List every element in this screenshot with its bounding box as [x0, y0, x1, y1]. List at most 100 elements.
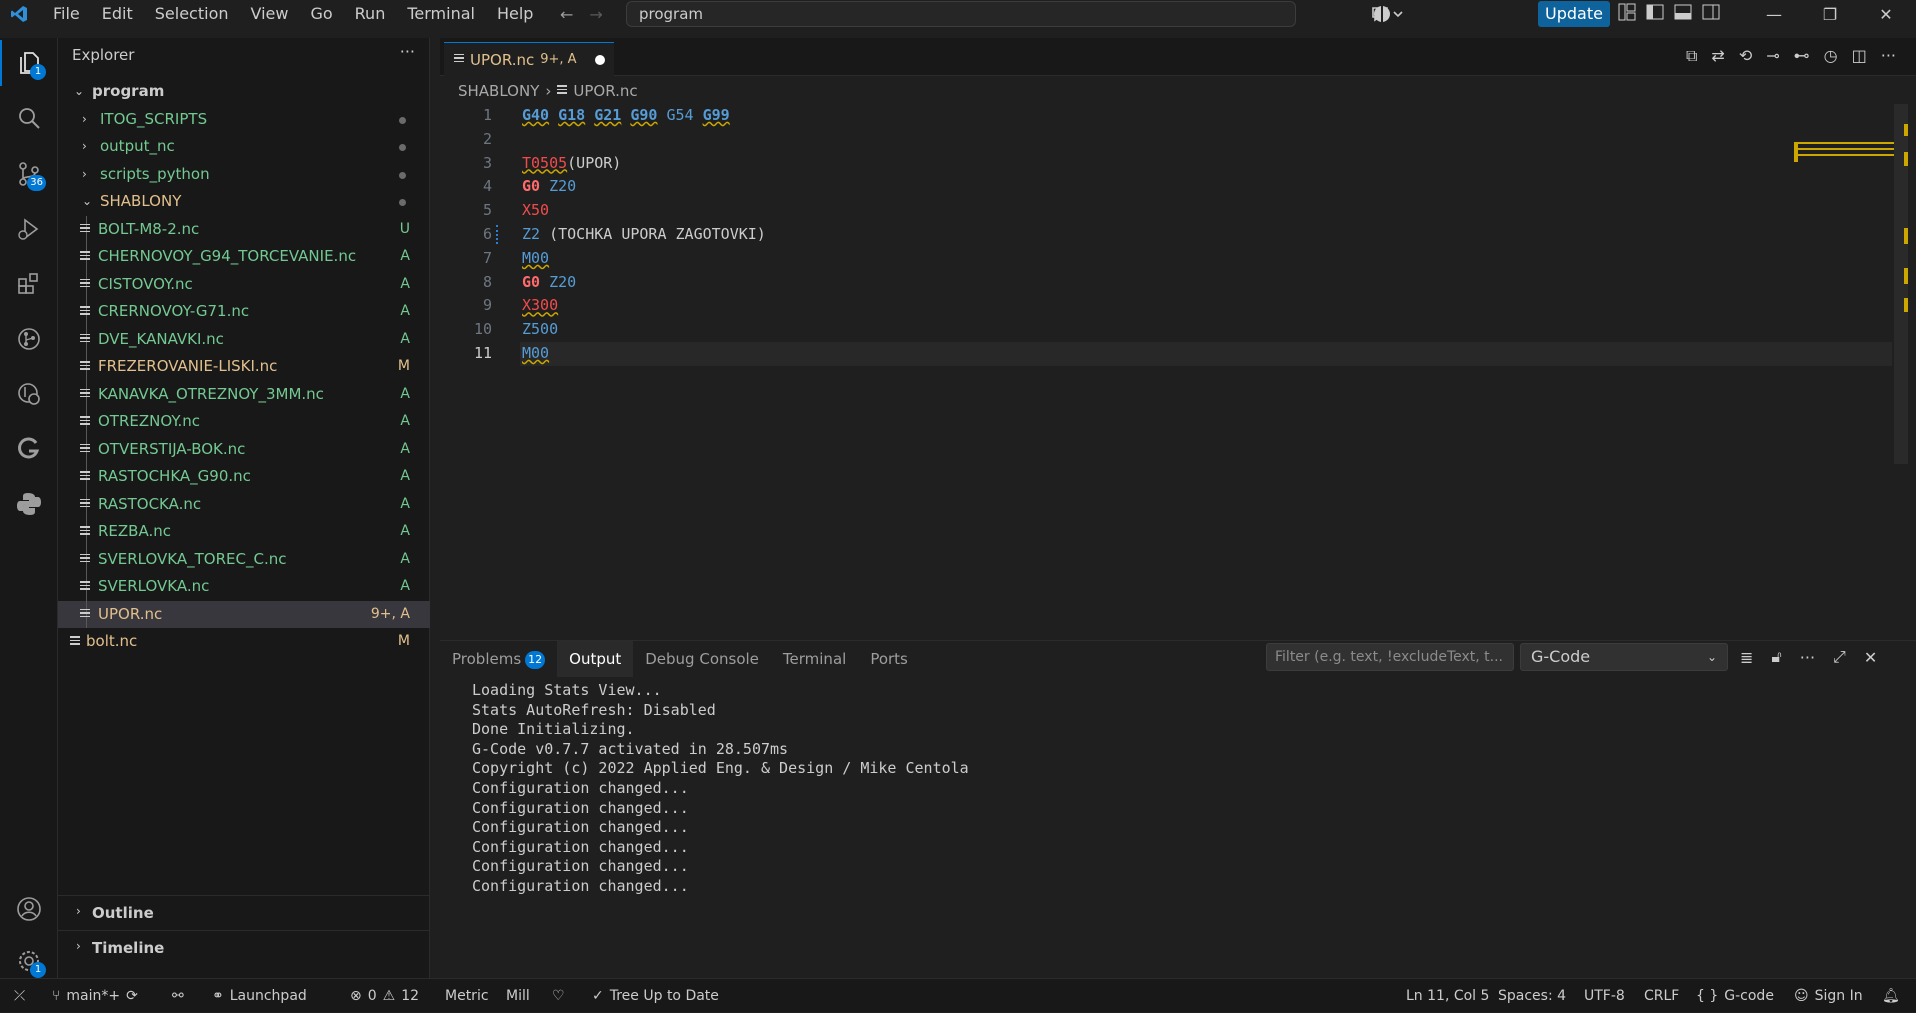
menu-edit[interactable]: Edit [91, 0, 144, 28]
encoding[interactable]: UTF-8 [1584, 979, 1625, 1013]
toggle-primary-sidebar-icon[interactable] [1646, 3, 1664, 25]
tree-file[interactable]: RASTOCKA.nc A [58, 490, 430, 518]
gitlens-inspect-icon[interactable]: ◷ [1824, 46, 1838, 66]
customize-layout-icon[interactable] [1618, 3, 1636, 25]
back-arrow-icon[interactable]: ← [560, 5, 573, 24]
split-editor-icon[interactable]: ◫ [1852, 46, 1867, 66]
extensions-icon[interactable] [0, 261, 58, 307]
gitlens-icon[interactable] [0, 371, 58, 417]
tree-file[interactable]: CISTOVOY.nc A [58, 270, 430, 298]
chevron-right-icon: › [82, 111, 87, 126]
restore-icon[interactable]: ❐ [1802, 5, 1858, 24]
notifications-bell-icon[interactable]: 🔔︎ [1882, 979, 1900, 1013]
tree-file[interactable]: REZBA.nc A [58, 518, 430, 546]
tree-file[interactable]: FREZEROVANIE-LISKI.nc M [58, 353, 430, 381]
tree-folder-open[interactable]: ⌄ SHABLONY [58, 188, 430, 216]
indentation[interactable]: Spaces: 4 [1498, 979, 1566, 1013]
tab-ports[interactable]: Ports [858, 641, 920, 677]
minimize-icon[interactable]: — [1746, 5, 1802, 24]
tree-file[interactable]: UPOR.nc 9+, A [58, 600, 430, 628]
tab-terminal[interactable]: Terminal [771, 641, 858, 677]
remote-icon[interactable]: ⤫ [14, 979, 25, 1013]
breadcrumb-folder[interactable]: SHABLONY [458, 82, 539, 100]
tree-status[interactable]: ✓ Tree Up to Date [592, 979, 719, 1013]
timeline-section[interactable]: › Timeline [58, 930, 430, 966]
tree-folder[interactable]: › scripts_python [58, 161, 430, 189]
command-center-search[interactable]: program [626, 1, 1296, 27]
menu-run[interactable]: Run [344, 0, 397, 28]
update-button[interactable]: Update [1538, 1, 1610, 27]
close-panel-icon[interactable]: ✕ [1864, 648, 1877, 667]
more-actions-icon[interactable]: ··· [400, 42, 415, 61]
code-editor[interactable]: 1 G40 G18 G21 G90 G54 G99 2 3 T0505(UPOR… [440, 104, 1892, 366]
tree-folder[interactable]: › ITOG_SCRIPTS [58, 106, 430, 134]
mill-item[interactable]: Mill [506, 979, 530, 1013]
clear-output-icon[interactable]: ≣ [1740, 648, 1753, 667]
compare-icon[interactable]: ⇄ [1711, 46, 1724, 66]
lock-scroll-icon[interactable]: 🔓︎ [1771, 647, 1781, 667]
menu-help[interactable]: Help [486, 0, 544, 28]
git-compare-icon[interactable]: ⚯ [172, 979, 184, 1013]
outline-section[interactable]: › Outline [58, 895, 430, 931]
menu-file[interactable]: File [42, 0, 91, 28]
tree-file[interactable]: OTVERSTIJA-BOK.nc A [58, 435, 430, 463]
go-forward-icon[interactable]: ⊷ [1794, 46, 1810, 66]
previous-change-icon[interactable]: ⟲ [1739, 46, 1752, 66]
toggle-secondary-sidebar-icon[interactable] [1702, 3, 1720, 25]
tree-file[interactable]: CRERNOVOY-G71.nc A [58, 298, 430, 326]
tree-file[interactable]: BOLT-M8-2.nc U [58, 215, 430, 243]
tree-file[interactable]: RASTOCHKA_G90.nc A [58, 463, 430, 491]
tree-file[interactable]: CHERNOVOY_G94_TORCEVANIE.nc A [58, 243, 430, 271]
breadcrumb-file[interactable]: UPOR.nc [573, 82, 637, 100]
menu-go[interactable]: Go [299, 0, 343, 28]
git-graph-icon[interactable] [0, 316, 58, 362]
close-window-icon[interactable]: ✕ [1858, 5, 1914, 24]
branch-item[interactable]: ⑂ main*+ ⟳ [52, 979, 138, 1013]
tree-file[interactable]: KANAVKA_OTREZNOY_3MM.nc A [58, 380, 430, 408]
run-debug-icon[interactable] [0, 206, 58, 252]
tree-folder[interactable]: › output_nc [58, 133, 430, 161]
forward-arrow-icon[interactable]: → [589, 5, 602, 24]
menu-selection[interactable]: Selection [144, 0, 240, 28]
account-icon[interactable] [0, 886, 58, 932]
vertical-scrollbar[interactable] [1894, 104, 1908, 464]
metric-item[interactable]: Metric [445, 979, 489, 1013]
python-icon[interactable] [0, 481, 58, 527]
sign-in-item[interactable]: ☺ Sign In [1794, 979, 1863, 1013]
go-back-icon[interactable]: ⊸ [1766, 46, 1779, 66]
tree-root-program[interactable]: ⌄ program [58, 78, 430, 106]
editor-more-icon[interactable]: ··· [1881, 46, 1896, 66]
language-mode[interactable]: { } G-code [1696, 979, 1774, 1013]
output-filter-input[interactable]: Filter (e.g. text, !excludeText, t... [1266, 643, 1514, 671]
tree-file[interactable]: SVERLOVKA.nc A [58, 573, 430, 601]
toggle-panel-icon[interactable] [1674, 3, 1692, 25]
tree-file[interactable]: SVERLOVKA_TOREC_C.nc A [58, 545, 430, 573]
menu-terminal[interactable]: Terminal [396, 0, 486, 28]
explorer-icon[interactable]: 1 [0, 40, 58, 86]
tree-file[interactable]: bolt.nc M [58, 628, 430, 656]
line-ending[interactable]: CRLF [1644, 979, 1679, 1013]
heart-icon[interactable]: ♡ [552, 979, 565, 1013]
panel-more-icon[interactable]: ··· [1800, 648, 1815, 667]
tree-file[interactable]: DVE_KANAVKI.nc A [58, 325, 430, 353]
menu-view[interactable]: View [240, 0, 300, 28]
launchpad-item[interactable]: ⚭ Launchpad [212, 979, 307, 1013]
search-icon[interactable] [0, 95, 58, 141]
tab-problems[interactable]: Problems 12 [440, 641, 557, 677]
accounts-shield-icon[interactable] [1372, 4, 1392, 28]
output-log[interactable]: Loading Stats View... Stats AutoRefresh:… [472, 681, 969, 897]
minimap[interactable] [1786, 104, 1906, 564]
tree-file[interactable]: OTREZNOY.nc A [58, 408, 430, 436]
tab-output[interactable]: Output [557, 641, 634, 677]
unsaved-dot-icon[interactable] [594, 54, 605, 65]
cursor-position[interactable]: Ln 11, Col 5 [1406, 979, 1489, 1013]
problems-status[interactable]: ⊗ 0 ⚠ 12 [350, 979, 419, 1013]
tab-upor[interactable]: UPOR.nc 9+, A [444, 42, 614, 76]
status-dot-icon [399, 144, 406, 151]
maximize-panel-icon[interactable]: ⤢ [1833, 647, 1846, 667]
source-control-icon[interactable]: 36 [0, 151, 58, 197]
gcode-extension-icon[interactable] [0, 426, 58, 472]
tab-debug-console[interactable]: Debug Console [633, 641, 771, 677]
open-changes-icon[interactable]: ⧉ [1686, 46, 1697, 66]
output-channel-select[interactable]: G-Code ⌄ [1520, 643, 1728, 671]
